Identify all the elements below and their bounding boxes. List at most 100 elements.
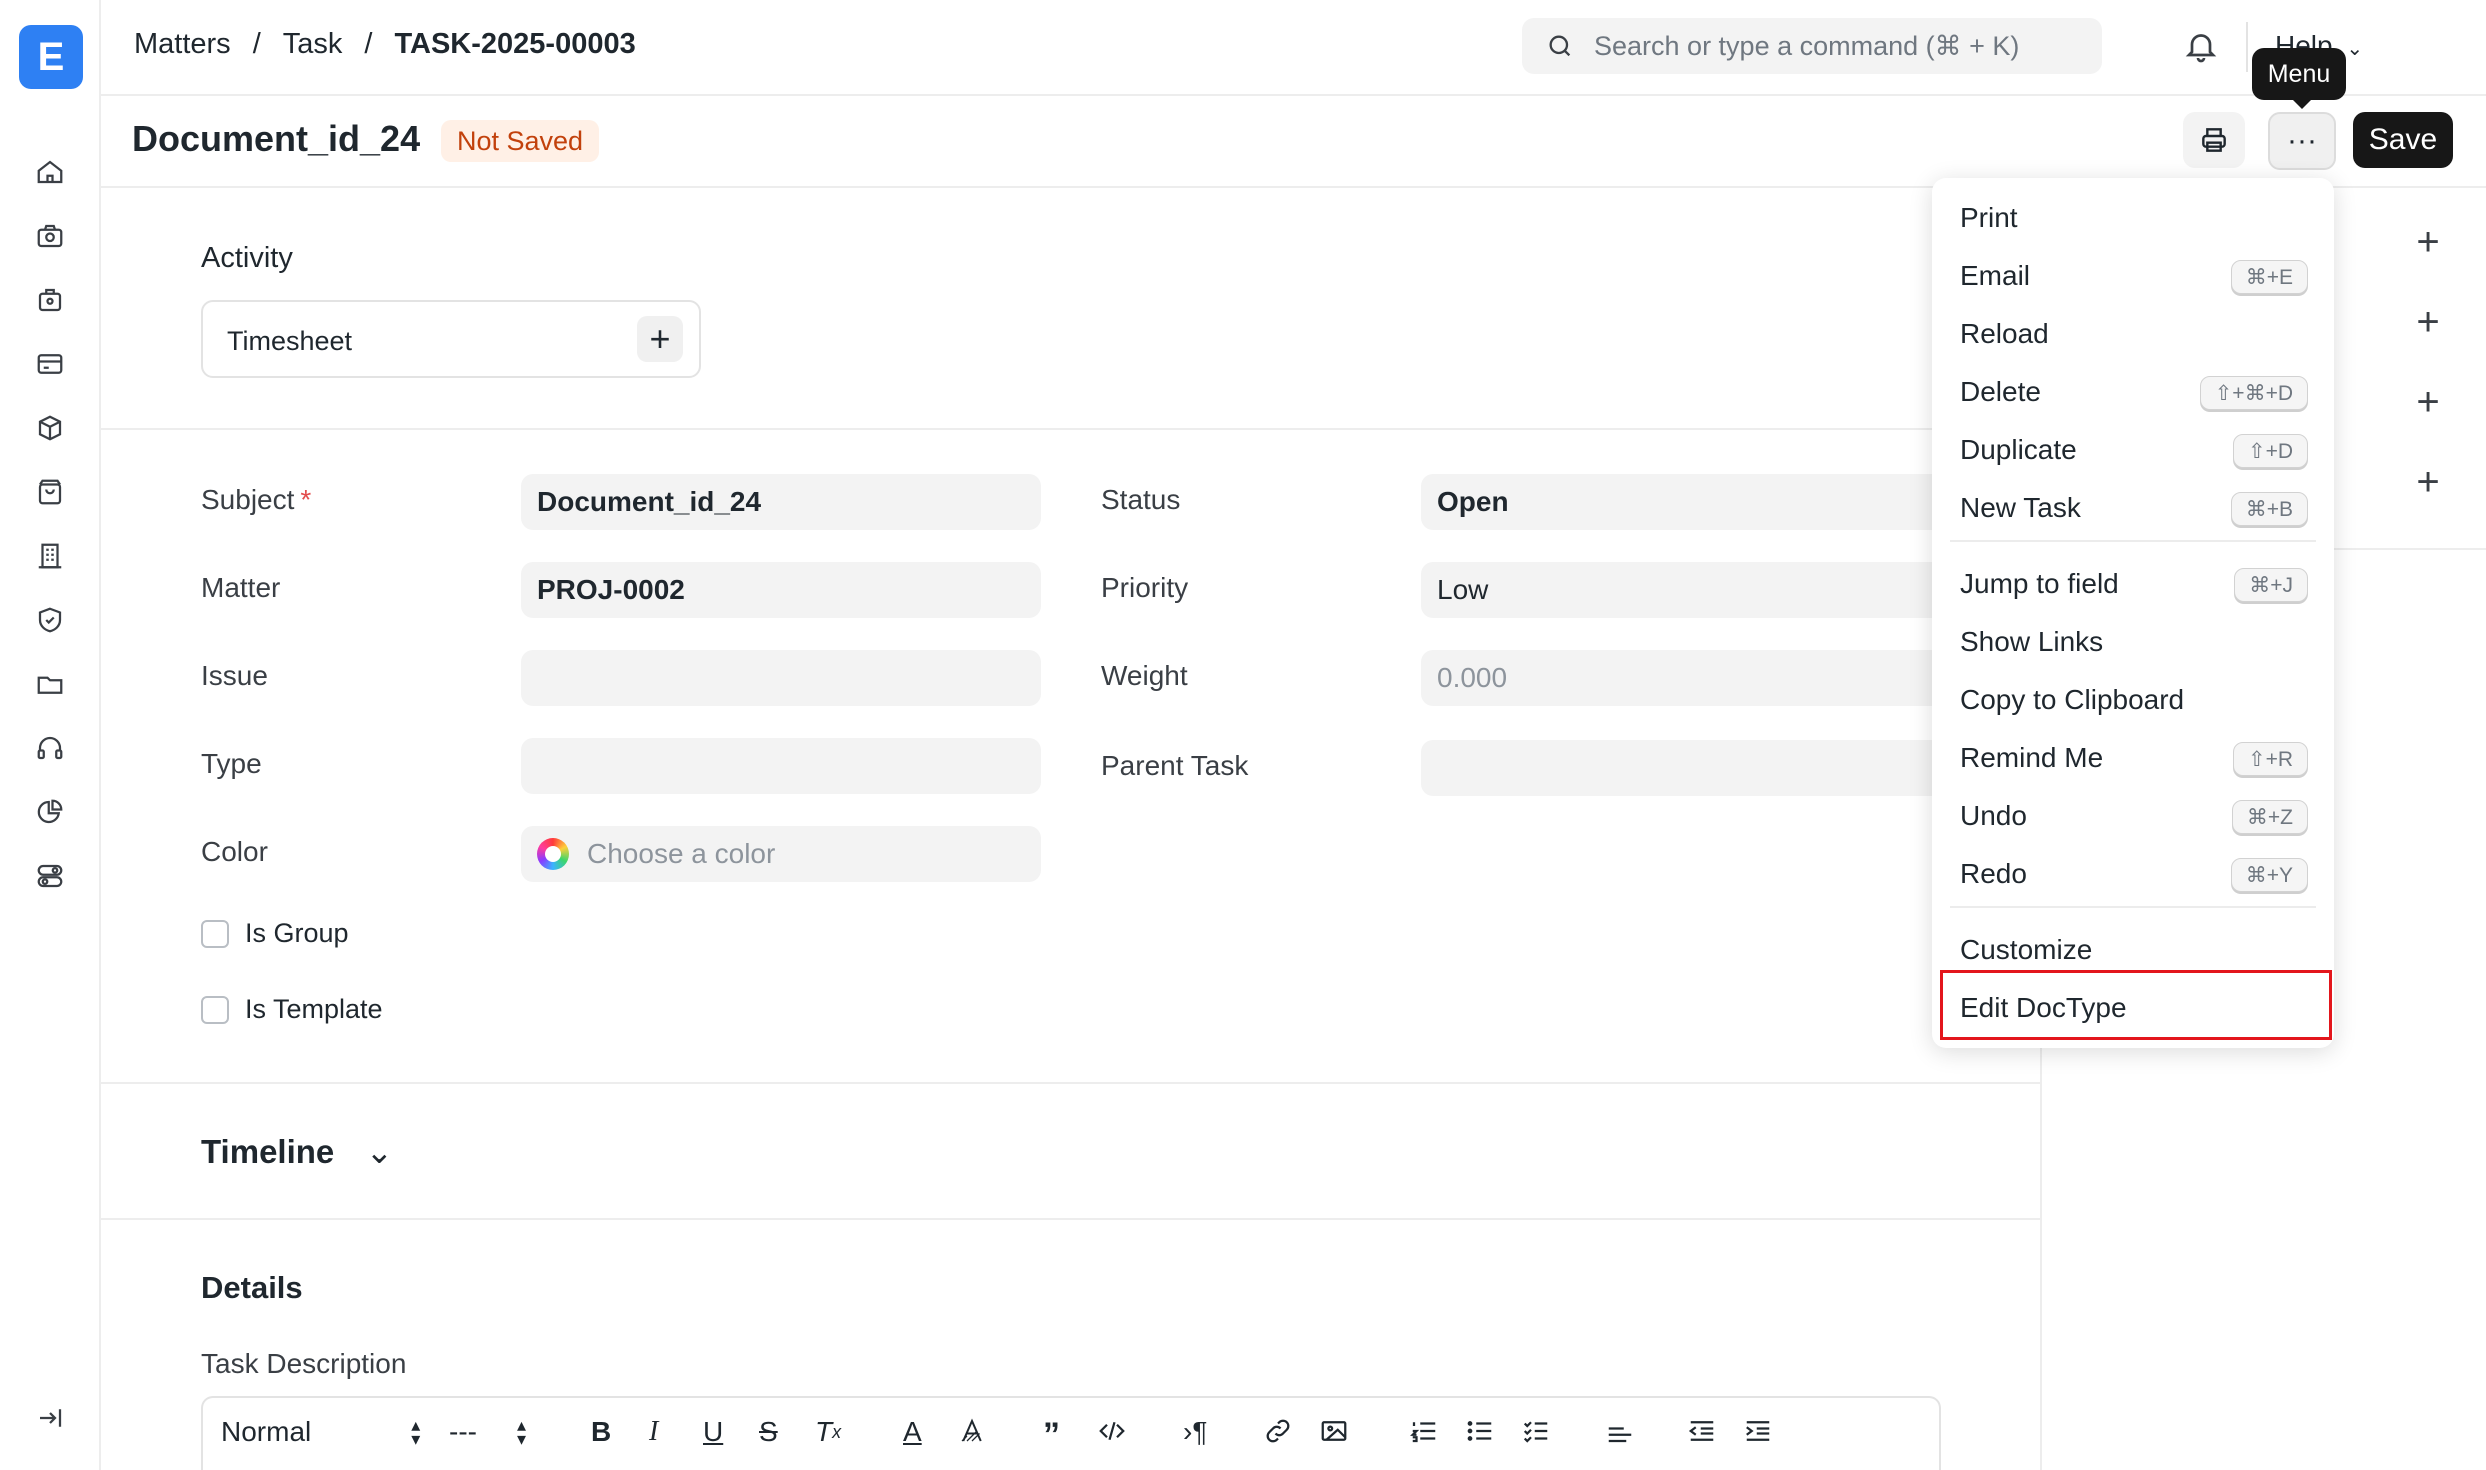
- is-template-checkbox-row[interactable]: Is Template: [201, 994, 383, 1025]
- is-template-checkbox[interactable]: [201, 995, 229, 1024]
- more-menu-button[interactable]: ···: [2268, 112, 2336, 170]
- text-direction-icon[interactable]: ›¶: [1183, 1416, 1207, 1448]
- menu-item-delete[interactable]: Delete ⇧+⌘+D: [1932, 364, 2334, 420]
- menu-item-remind-me[interactable]: Remind Me ⇧+R: [1932, 730, 2334, 786]
- expand-sidebar-icon[interactable]: [34, 1402, 66, 1434]
- shortcut-badge: ⌘+B: [2230, 492, 2308, 526]
- bullet-list-icon[interactable]: [1465, 1416, 1495, 1446]
- shopping-bag-icon[interactable]: [34, 476, 66, 508]
- divider: [101, 428, 2042, 430]
- print-button[interactable]: [2183, 112, 2245, 168]
- code-block-icon[interactable]: [1097, 1416, 1127, 1446]
- menu-item-duplicate[interactable]: Duplicate ⇧+D: [1932, 422, 2334, 478]
- shortcut-badge: ⇧+D: [2232, 434, 2308, 468]
- add-timesheet-button[interactable]: +: [637, 316, 683, 362]
- menu-item-reload[interactable]: Reload: [1932, 306, 2334, 362]
- breadcrumb-matters[interactable]: Matters: [134, 28, 231, 61]
- package-icon[interactable]: [34, 412, 66, 444]
- menu-item-redo[interactable]: Redo ⌘+Y: [1932, 846, 2334, 902]
- shortcut-badge: ⌘+J: [2234, 568, 2308, 602]
- link-icon[interactable]: [1263, 1416, 1293, 1446]
- left-sidebar: E: [0, 0, 101, 1470]
- outdent-icon[interactable]: [1687, 1416, 1717, 1446]
- menu-item-new-task[interactable]: New Task ⌘+B: [1932, 480, 2334, 536]
- menu-item-undo[interactable]: Undo ⌘+Z: [1932, 788, 2334, 844]
- status-label: Status: [1101, 484, 1181, 515]
- blockquote-icon[interactable]: ”: [1043, 1416, 1060, 1455]
- card-icon[interactable]: [34, 348, 66, 380]
- menu-tooltip: Menu: [2252, 48, 2346, 109]
- parent-task-label: Parent Task: [1101, 750, 1249, 781]
- divider: [101, 1218, 2042, 1220]
- menu-item-show-links[interactable]: Show Links: [1932, 614, 2334, 670]
- shortcut-badge: ⌘+Z: [2231, 800, 2308, 834]
- status-badge: Not Saved: [441, 120, 600, 162]
- shortcut-badge: ⌘+Y: [2230, 858, 2308, 892]
- headset-icon[interactable]: [34, 732, 66, 764]
- menu-item-email[interactable]: Email ⌘+E: [1932, 248, 2334, 304]
- folder-icon[interactable]: [34, 668, 66, 700]
- timeline-section-toggle[interactable]: Timeline ⌄: [201, 1132, 393, 1171]
- chevron-down-icon: ⌄: [365, 1133, 394, 1170]
- app-logo[interactable]: E: [19, 25, 83, 89]
- pie-chart-icon[interactable]: [34, 796, 66, 828]
- divider: [2246, 22, 2248, 72]
- underline-icon[interactable]: U: [703, 1416, 723, 1448]
- bell-icon[interactable]: [2183, 28, 2219, 64]
- save-button[interactable]: Save: [2353, 112, 2453, 168]
- matter-input[interactable]: PROJ-0002: [521, 562, 1041, 618]
- breadcrumb: Matters / Task / TASK-2025-00003: [134, 28, 636, 61]
- add-icon[interactable]: +: [2410, 220, 2446, 264]
- breadcrumb-separator: /: [252, 28, 261, 60]
- menu-divider: [1950, 906, 2316, 908]
- issue-label: Issue: [201, 660, 268, 691]
- italic-icon[interactable]: I: [649, 1416, 658, 1448]
- menu-item-jump-to-field[interactable]: Jump to field ⌘+J: [1932, 556, 2334, 612]
- briefcase-icon[interactable]: [34, 284, 66, 316]
- page-title: Document_id_24: [132, 118, 421, 159]
- timeline-title: Timeline: [201, 1133, 335, 1170]
- priority-label: Priority: [1101, 572, 1189, 603]
- style-select[interactable]: Normal ▴ ▾: [221, 1416, 420, 1448]
- menu-item-print[interactable]: Print: [1932, 190, 2334, 246]
- shield-icon[interactable]: [34, 604, 66, 636]
- shortcut-badge: ⇧+R: [2232, 742, 2308, 776]
- activity-title: Activity: [201, 242, 293, 274]
- menu-item-copy-to-clipboard[interactable]: Copy to Clipboard: [1932, 672, 2334, 728]
- color-placeholder: Choose a color: [587, 838, 776, 869]
- ordered-list-icon[interactable]: [1409, 1416, 1439, 1446]
- search-input[interactable]: Search or type a command (⌘ + K): [1522, 18, 2102, 74]
- background-color-icon[interactable]: [957, 1416, 987, 1446]
- building-icon[interactable]: [34, 540, 66, 572]
- camera-icon[interactable]: [34, 220, 66, 252]
- align-icon[interactable]: [1605, 1416, 1635, 1446]
- strikethrough-icon[interactable]: S: [759, 1416, 778, 1448]
- timesheet-link[interactable]: Timesheet +: [201, 300, 701, 378]
- type-label: Type: [201, 748, 262, 779]
- more-actions-menu: Print Email ⌘+E Reload Delete ⇧+⌘+D Dupl…: [1932, 178, 2334, 1048]
- color-picker-input[interactable]: Choose a color: [521, 826, 1041, 882]
- is-group-label: Is Group: [245, 918, 349, 948]
- issue-input[interactable]: [521, 650, 1041, 706]
- toggle-icon[interactable]: [34, 860, 66, 892]
- priority-value: Low: [1437, 574, 1489, 605]
- is-group-checkbox[interactable]: [201, 919, 229, 948]
- text-color-icon[interactable]: A: [903, 1416, 922, 1448]
- type-input[interactable]: [521, 738, 1041, 794]
- add-icon[interactable]: +: [2410, 460, 2446, 504]
- chevron-down-icon: ⌄: [2346, 38, 2364, 60]
- color-label: Color: [201, 836, 268, 867]
- home-icon[interactable]: [34, 156, 66, 188]
- checklist-icon[interactable]: [1521, 1416, 1551, 1446]
- breadcrumb-task[interactable]: Task: [283, 28, 343, 61]
- indent-icon[interactable]: [1743, 1416, 1773, 1446]
- add-icon[interactable]: +: [2410, 300, 2446, 344]
- size-select[interactable]: --- ▴ ▾: [449, 1416, 526, 1448]
- clear-format-icon[interactable]: Tx: [815, 1416, 841, 1448]
- bold-icon[interactable]: B: [591, 1416, 611, 1448]
- is-group-checkbox-row[interactable]: Is Group: [201, 918, 349, 949]
- subject-input[interactable]: Document_id_24: [521, 474, 1041, 530]
- add-icon[interactable]: +: [2410, 380, 2446, 424]
- image-icon[interactable]: [1319, 1416, 1349, 1446]
- breadcrumb-current[interactable]: TASK-2025-00003: [394, 28, 635, 61]
